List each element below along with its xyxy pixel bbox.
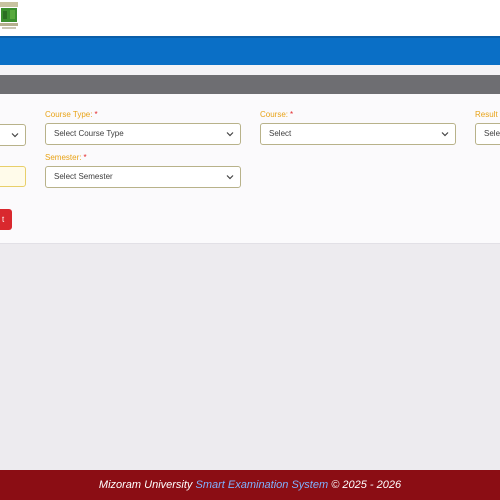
semester-select[interactable]: Select Semester [45, 166, 241, 188]
required-mark: * [290, 110, 294, 119]
semester-label-text: Semester: [45, 153, 82, 162]
result-type-placeholder: Selec [484, 129, 500, 138]
chevron-down-icon [226, 175, 234, 180]
result-type-label: Result T [475, 110, 500, 119]
first-select[interactable] [0, 124, 26, 146]
footer-copyright: © 2025 - 2026 [328, 479, 402, 491]
semester-label: Semester: * [45, 153, 87, 162]
footer-university: Mizoram University [98, 479, 196, 491]
footer: Mizoram University Smart Examination Sys… [0, 470, 500, 500]
result-type-select[interactable]: Selec [475, 123, 500, 145]
semester-placeholder: Select Semester [54, 172, 113, 181]
header [0, 0, 500, 36]
result-type-label-text: Result T [475, 110, 500, 119]
nav-bar [0, 36, 500, 65]
chevron-down-icon [441, 132, 449, 137]
submit-button[interactable]: t [0, 209, 12, 230]
university-logo [0, 2, 18, 29]
course-label: Course: * [260, 110, 293, 119]
nav-strip [0, 65, 500, 75]
course-type-select[interactable]: Select Course Type [45, 123, 241, 145]
section-title-bar [0, 75, 500, 94]
course-placeholder: Select [269, 129, 292, 138]
required-mark: * [94, 110, 98, 119]
chevron-down-icon [226, 132, 234, 137]
course-type-label: Course Type: * [45, 110, 98, 119]
chevron-down-icon [11, 133, 19, 138]
course-type-label-text: Course Type: [45, 110, 93, 119]
highlighted-input[interactable] [0, 166, 26, 187]
required-mark: * [83, 153, 87, 162]
course-select[interactable]: Select [260, 123, 456, 145]
course-label-text: Course: [260, 110, 289, 119]
course-type-placeholder: Select Course Type [54, 129, 124, 138]
footer-system-name: Smart Examination System [195, 479, 329, 491]
